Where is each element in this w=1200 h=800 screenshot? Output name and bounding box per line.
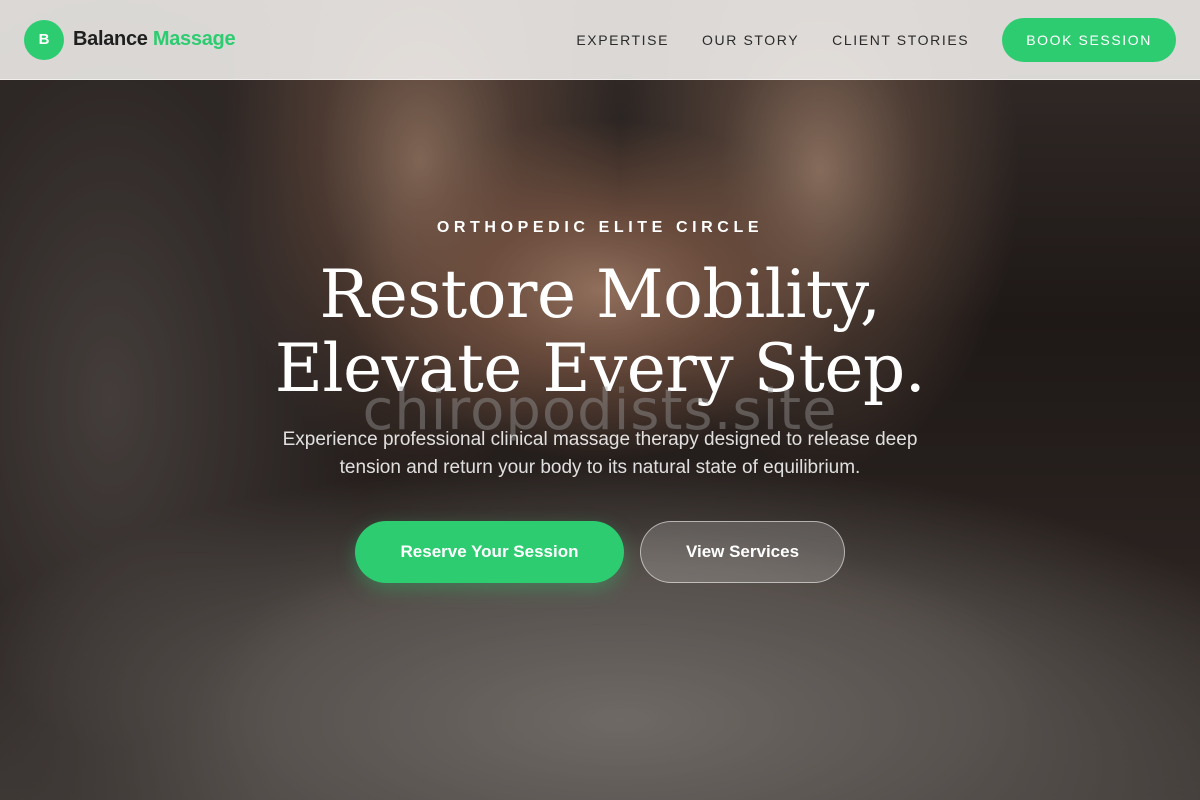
nav-link-our-story[interactable]: OUR STORY (702, 32, 799, 48)
view-services-button[interactable]: View Services (640, 521, 845, 583)
brand-name-accent: Massage (152, 28, 236, 50)
watermark-text: chiropodists.site (362, 378, 838, 443)
brand-name: Balance Massage (73, 28, 236, 51)
nav-link-expertise[interactable]: EXPERTISE (576, 32, 669, 48)
nav-link-client-stories[interactable]: CLIENT STORIES (832, 32, 969, 48)
main-nav: EXPERTISE OUR STORY CLIENT STORIES BOOK … (576, 17, 1176, 62)
brand-logo[interactable]: B Balance Massage (24, 19, 236, 60)
hero-cta-group: Reserve Your Session View Services (0, 521, 1200, 583)
hero-section: ORTHOPEDIC ELITE CIRCLE Restore Mobility… (0, 0, 1200, 800)
hero-headline-line1: Restore Mobility, (319, 256, 881, 333)
brand-mark-icon: B (24, 19, 64, 60)
book-session-button[interactable]: BOOK SESSION (1002, 17, 1176, 62)
brand-name-primary: Balance (73, 28, 148, 50)
reserve-session-button[interactable]: Reserve Your Session (355, 521, 624, 583)
hero-eyebrow: ORTHOPEDIC ELITE CIRCLE (436, 219, 764, 236)
site-header: B Balance Massage EXPERTISE OUR STORY CL… (0, 0, 1200, 80)
